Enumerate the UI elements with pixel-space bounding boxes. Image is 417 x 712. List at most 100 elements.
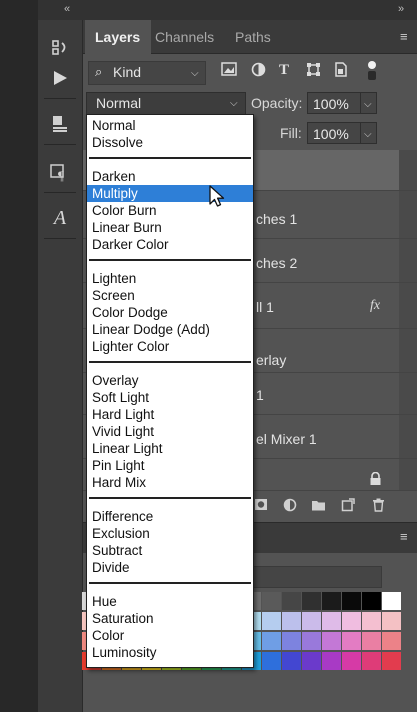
blend-option[interactable]: Color bbox=[87, 627, 253, 644]
color-swatch[interactable] bbox=[322, 612, 341, 630]
blend-option[interactable]: Soft Light bbox=[87, 389, 253, 406]
blend-option[interactable]: Vivid Light bbox=[87, 423, 253, 440]
tab-layers[interactable]: Layers bbox=[95, 29, 140, 45]
color-swatch[interactable] bbox=[302, 612, 321, 630]
panel-menu-icon[interactable]: ≡ bbox=[400, 529, 408, 544]
folder-icon[interactable] bbox=[311, 498, 326, 514]
blend-option[interactable]: Color Dodge bbox=[87, 304, 253, 321]
new-layer-icon[interactable] bbox=[341, 498, 355, 515]
mask-icon[interactable] bbox=[254, 498, 268, 514]
blend-option[interactable]: Lighten bbox=[87, 270, 253, 287]
layer-row[interactable]: 1 bbox=[256, 387, 264, 403]
swatch-search-input[interactable] bbox=[252, 566, 382, 588]
layer-row[interactable]: el Mixer 1 bbox=[256, 431, 317, 447]
color-swatch[interactable] bbox=[382, 632, 401, 650]
blend-option[interactable]: Screen bbox=[87, 287, 253, 304]
tab-channels[interactable]: Channels bbox=[155, 29, 214, 45]
play-icon[interactable] bbox=[46, 64, 74, 92]
color-swatch[interactable] bbox=[262, 632, 281, 650]
trash-icon[interactable] bbox=[372, 498, 385, 515]
color-swatch[interactable] bbox=[342, 652, 361, 670]
blend-option[interactable]: Overlay bbox=[87, 372, 253, 389]
color-swatch[interactable] bbox=[282, 612, 301, 630]
color-swatch[interactable] bbox=[262, 592, 281, 610]
panel-icon-column: ¶ A bbox=[38, 20, 83, 712]
opacity-value: 100% bbox=[313, 96, 349, 112]
type-filter-icon[interactable]: T bbox=[279, 62, 289, 79]
color-swatch[interactable] bbox=[282, 592, 301, 610]
tab-paths[interactable]: Paths bbox=[235, 29, 271, 45]
fx-icon[interactable]: fx bbox=[370, 298, 380, 314]
blend-option[interactable]: Hard Mix bbox=[87, 474, 253, 491]
chevron-down-icon: ⌵ bbox=[230, 98, 238, 109]
lock-icon[interactable] bbox=[369, 471, 382, 491]
collapse-icon[interactable]: « bbox=[64, 3, 70, 15]
color-swatch[interactable] bbox=[342, 612, 361, 630]
collapse-icon[interactable]: » bbox=[398, 3, 404, 15]
blend-option[interactable]: Hard Light bbox=[87, 406, 253, 423]
image-filter-icon[interactable] bbox=[221, 62, 237, 79]
blend-option[interactable]: Exclusion bbox=[87, 525, 253, 542]
color-swatch[interactable] bbox=[262, 652, 281, 670]
blend-option[interactable]: Saturation bbox=[87, 610, 253, 627]
fill-input[interactable]: 100% bbox=[307, 122, 361, 144]
opacity-dropdown-button[interactable]: ⌵ bbox=[360, 92, 377, 114]
fill-label: Fill: bbox=[280, 125, 302, 141]
filter-toggle-icon[interactable] bbox=[367, 60, 377, 85]
blend-option[interactable]: Hue bbox=[87, 593, 253, 610]
filter-kind-label: Kind bbox=[113, 64, 142, 80]
shape-filter-icon[interactable] bbox=[306, 62, 321, 80]
color-swatch[interactable] bbox=[382, 652, 401, 670]
panel-menu-icon[interactable]: ≡ bbox=[400, 29, 408, 44]
blend-option[interactable]: Lighter Color bbox=[87, 338, 253, 355]
adjustment-filter-icon[interactable] bbox=[251, 62, 266, 80]
color-swatch[interactable] bbox=[342, 632, 361, 650]
fill-dropdown-button[interactable]: ⌵ bbox=[360, 122, 377, 144]
color-swatch[interactable] bbox=[302, 652, 321, 670]
layer-row[interactable]: ches 2 bbox=[256, 255, 297, 271]
character-icon[interactable]: A bbox=[46, 204, 74, 232]
color-swatch[interactable] bbox=[322, 592, 341, 610]
color-swatch[interactable] bbox=[322, 652, 341, 670]
search-icon: ⌕ bbox=[95, 64, 103, 79]
blend-option[interactable]: Difference bbox=[87, 508, 253, 525]
smart-object-filter-icon[interactable] bbox=[334, 62, 348, 80]
color-swatch[interactable] bbox=[362, 632, 381, 650]
color-swatch[interactable] bbox=[362, 592, 381, 610]
color-swatch[interactable] bbox=[322, 632, 341, 650]
color-swatch[interactable] bbox=[362, 612, 381, 630]
color-swatch[interactable] bbox=[342, 592, 361, 610]
color-swatch[interactable] bbox=[262, 612, 281, 630]
color-swatch[interactable] bbox=[302, 632, 321, 650]
blend-option[interactable]: Linear Burn bbox=[87, 219, 253, 236]
blend-option[interactable]: Pin Light bbox=[87, 457, 253, 474]
color-swatch[interactable] bbox=[302, 592, 321, 610]
color-swatch[interactable] bbox=[282, 632, 301, 650]
adjustment-layer-icon[interactable] bbox=[283, 498, 297, 515]
blend-option[interactable]: Divide bbox=[87, 559, 253, 576]
history-icon[interactable] bbox=[46, 34, 74, 62]
blend-option[interactable]: Multiply bbox=[87, 185, 253, 202]
properties-icon[interactable] bbox=[46, 110, 74, 138]
blend-option[interactable]: Normal bbox=[87, 117, 253, 134]
blend-option[interactable]: Linear Dodge (Add) bbox=[87, 321, 253, 338]
color-swatch[interactable] bbox=[382, 612, 401, 630]
color-swatch[interactable] bbox=[382, 592, 401, 610]
paragraph-style-icon[interactable]: ¶ bbox=[46, 158, 74, 186]
blend-option[interactable]: Linear Light bbox=[87, 440, 253, 457]
layer-row[interactable]: erlay bbox=[256, 352, 286, 368]
color-swatch[interactable] bbox=[282, 652, 301, 670]
filter-kind-select[interactable]: ⌕ Kind ⌵ bbox=[88, 61, 206, 85]
blend-option[interactable]: Dissolve bbox=[87, 134, 253, 151]
opacity-input[interactable]: 100% bbox=[307, 92, 361, 114]
blend-option[interactable]: Subtract bbox=[87, 542, 253, 559]
color-swatch[interactable] bbox=[362, 652, 381, 670]
blend-option[interactable]: Darken bbox=[87, 168, 253, 185]
layer-row[interactable]: ll 1 bbox=[256, 299, 274, 315]
blend-mode-select[interactable]: Normal ⌵ bbox=[86, 92, 246, 115]
layers-scrollbar[interactable] bbox=[399, 150, 417, 490]
blend-option[interactable]: Luminosity bbox=[87, 644, 253, 661]
layer-row[interactable]: ches 1 bbox=[256, 211, 297, 227]
blend-option[interactable]: Darker Color bbox=[87, 236, 253, 253]
blend-option[interactable]: Color Burn bbox=[87, 202, 253, 219]
